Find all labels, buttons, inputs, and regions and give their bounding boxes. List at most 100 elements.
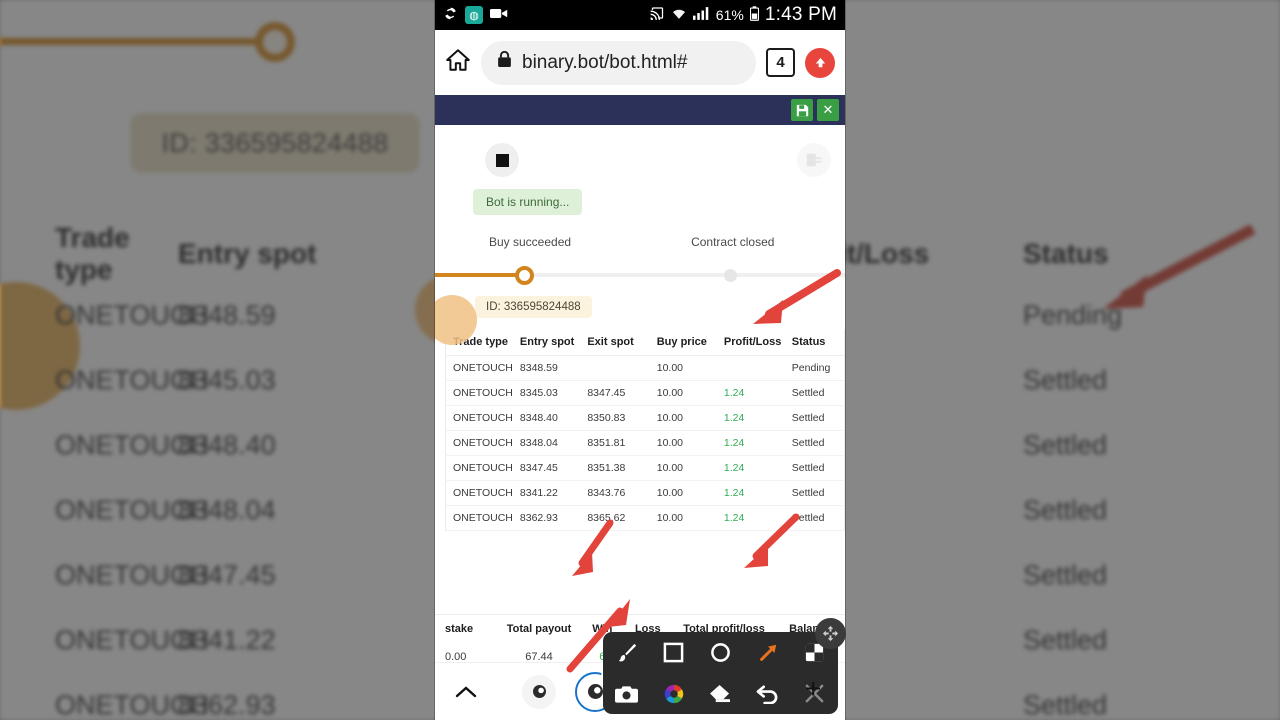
app-icon: ◍ [465,6,483,24]
brush-tool[interactable] [616,642,638,664]
stop-icon [495,153,509,167]
cell-status: Settled [784,455,845,481]
cell-entry-spot: 8347.45 [512,455,581,481]
progress-track-fill [435,273,525,277]
cell-buy-price: 10.00 [649,455,717,481]
cell-profit-loss: 1.24 [716,405,785,431]
close-button[interactable]: ✕ [817,99,839,121]
progress-step-labels: Buy succeeded Contract closed [435,235,845,249]
table-row: ONETOUCH 8362.93 8365.62 10.00 1.24 Settled [445,505,845,531]
eye-icon [532,685,546,698]
rectangle-tool[interactable] [663,642,684,663]
url-text: binary.bot/bot.html# [522,51,688,73]
th-status: Status [784,330,845,356]
th-exit-spot: Exit spot [580,330,650,356]
cell-profit-loss: 1.24 [716,380,785,406]
cell-trade-type: ONETOUCH [445,505,513,531]
signal-icon [692,6,710,24]
cell-buy-price: 10.00 [649,505,717,531]
save-button[interactable] [791,99,813,121]
color-picker-tool[interactable] [663,683,685,705]
cell-profit-loss [716,355,785,381]
eraser-tool[interactable] [709,684,732,703]
cell-trade-type: ONETOUCH [445,405,513,431]
tab-counter-button[interactable]: 4 [766,48,795,77]
cell-status: Settled [784,480,845,506]
cell-profit-loss: 1.24 [716,480,785,506]
cell-status: Pending [784,355,845,381]
status-bar: ◍ 61% 1:43 PM [435,0,845,30]
th-entry-spot: Entry spot [512,330,581,356]
floating-eye-button-inactive[interactable] [522,674,556,709]
cell-trade-type: ONETOUCH [445,355,513,381]
bot-status-pill: Bot is running... [473,189,583,215]
progress-track [435,262,845,288]
cell-trade-type: ONETOUCH [445,455,513,481]
cell-buy-price: 10.00 [649,355,717,381]
cell-status: Settled [784,505,845,531]
th-buy-price: Buy price [649,330,717,356]
stop-button[interactable] [485,143,519,177]
table-row: ONETOUCH 8348.40 8350.83 10.00 1.24 Settled [445,405,845,431]
ellipse-tool[interactable] [710,642,731,663]
home-icon[interactable] [445,47,471,78]
clock-time: 1:43 PM [764,4,837,25]
cell-profit-loss: 1.24 [716,455,785,481]
cell-entry-spot: 8345.03 [512,380,581,406]
plus-marker: + [805,673,822,704]
cell-exit-spot: 8347.45 [580,380,650,406]
cell-exit-spot: 8343.76 [580,480,650,506]
contract-id-badge: ID: 336595824488 [475,296,592,318]
app-header-bar: ✕ [435,95,845,125]
cell-entry-spot: 8348.40 [512,405,581,431]
phone-screenshot: ◍ 61% 1:43 PM binary.bot/bot.html# 4 ✕ B… [435,0,845,720]
browser-toolbar: binary.bot/bot.html# 4 [435,30,845,95]
table-row: ONETOUCH 8341.22 8343.76 10.00 1.24 Settled [445,480,845,506]
cell-status: Settled [784,380,845,406]
th-profit-loss: Profit/Loss [716,330,785,356]
cell-buy-price: 10.00 [649,405,717,431]
trades-table-container: Trade type Entry spot Exit spot Buy pric… [435,330,845,531]
cell-buy-price: 10.00 [649,480,717,506]
progress-dot-active [515,266,534,285]
cell-profit-loss: 1.24 [716,430,785,456]
eye-icon [587,684,603,699]
lock-icon [497,50,512,74]
step-label-contract-closed: Contract closed [691,235,775,249]
cell-trade-type: ONETOUCH [445,480,513,506]
screenshot-tool[interactable] [615,684,638,704]
cell-entry-spot: 8362.93 [512,505,581,531]
annotation-toolbar[interactable] [603,632,838,714]
cell-entry-spot: 8341.22 [512,480,581,506]
table-row: ONETOUCH 8348.59 10.00 Pending [445,355,845,381]
sync-icon [443,6,458,25]
trades-table-header-row: Trade type Entry spot Exit spot Buy pric… [445,330,845,356]
bot-status-panel: Bot is running... Buy succeeded Contract… [435,125,845,345]
battery-percent: 61% [715,7,744,23]
arrow-up-icon[interactable] [805,47,835,78]
undo-tool[interactable] [756,683,779,704]
cell-profit-loss: 1.24 [716,505,785,531]
cell-trade-type: ONETOUCH [445,380,513,406]
th-stake: stake [445,623,474,635]
url-bar[interactable]: binary.bot/bot.html# [481,40,756,85]
log-icon [806,153,822,167]
log-button[interactable] [797,143,831,177]
wifi-icon [671,7,687,24]
cell-exit-spot [580,355,650,381]
toolbar-drag-handle[interactable] [815,618,846,649]
table-row: ONETOUCH 8345.03 8347.45 10.00 1.24 Settled [445,380,845,406]
battery-icon [749,5,759,25]
cell-status: Settled [784,430,845,456]
cell-entry-spot: 8348.59 [512,355,581,381]
cell-exit-spot: 8351.81 [580,430,650,456]
video-camera-icon [490,7,508,24]
cell-entry-spot: 8348.04 [512,430,581,456]
arrow-tool[interactable] [757,642,779,664]
table-row: ONETOUCH 8347.45 8351.38 10.00 1.24 Settled [445,455,845,481]
move-icon [822,625,839,642]
chevron-up-icon[interactable] [455,679,477,705]
cell-trade-type: ONETOUCH [445,430,513,456]
cast-icon [650,6,665,24]
cell-exit-spot: 8350.83 [580,405,650,431]
